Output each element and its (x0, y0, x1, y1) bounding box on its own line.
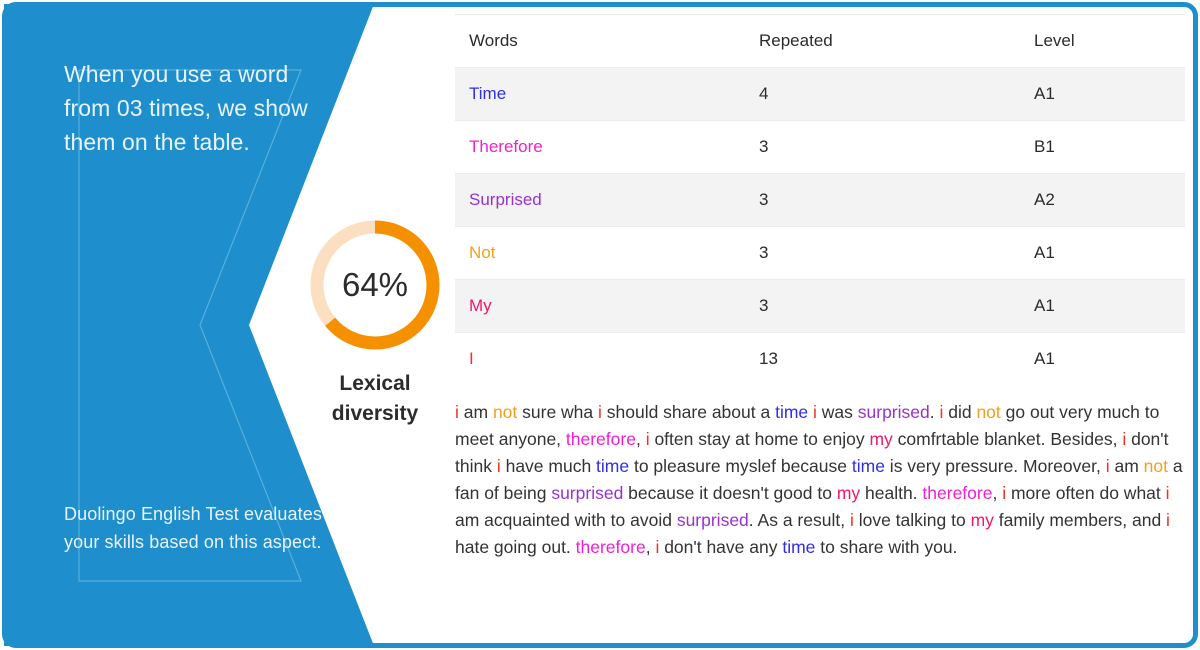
table-row: Time 4 A1 (455, 67, 1185, 121)
essay-paragraph: i am not sure wha i should share about a… (455, 399, 1185, 561)
highlighted-word: my (836, 483, 861, 503)
paragraph-text: , (992, 483, 1003, 503)
paragraph-text: because it doesn't good to (623, 483, 837, 503)
paragraph-text: don't have any (659, 537, 783, 557)
cell-level: A1 (1020, 226, 1185, 280)
paragraph-text: should share about a (601, 402, 776, 422)
paragraph-text: is very pressure. Moreover, (884, 456, 1106, 476)
cell-level: A2 (1020, 173, 1185, 227)
paragraph-text: , (645, 537, 656, 557)
cell-word[interactable]: Surprised (455, 173, 745, 227)
highlighted-word: surprised (857, 402, 930, 422)
cell-repeated: 4 (745, 67, 1020, 121)
highlighted-word: therefore (575, 537, 646, 557)
cell-word[interactable]: Not (455, 226, 745, 280)
paragraph-text: family members, and (993, 510, 1167, 530)
column-header-level: Level (1020, 15, 1185, 68)
highlighted-word: time (851, 456, 885, 476)
cell-repeated: 3 (745, 120, 1020, 174)
cell-repeated: 13 (745, 332, 1020, 385)
donut-chart: 64% (295, 205, 455, 365)
paragraph-text: to pleasure myslef because (629, 456, 852, 476)
table-row: I 13 A1 (455, 332, 1185, 385)
repeated-words-table: Words Repeated Level Time 4 A1 Therefore 3 B1… (455, 15, 1185, 385)
screenshot-canvas: When you use a word from 03 times, we sh… (0, 0, 1200, 650)
cell-repeated: 3 (745, 173, 1020, 227)
paragraph-text: love talking to (853, 510, 971, 530)
paragraph-text: am (458, 402, 493, 422)
table-header: Words Repeated Level (455, 15, 1185, 68)
panel-subtext: Duolingo English Test evaluates your ski… (64, 504, 322, 552)
table-row: Therefore 3 B1 (455, 120, 1185, 174)
cell-word[interactable]: Therefore (455, 120, 745, 174)
paragraph-text: comfrtable blanket. Besides, (892, 429, 1123, 449)
cell-repeated: 3 (745, 226, 1020, 280)
highlighted-word: time (775, 402, 809, 422)
table-body: Time 4 A1 Therefore 3 B1 Surprised 3 A2 Not 3 A1 My 3… (455, 67, 1185, 385)
highlighted-word: time (596, 456, 630, 476)
column-header-repeated: Repeated (745, 15, 1020, 68)
cell-repeated: 3 (745, 279, 1020, 333)
cell-level: A1 (1020, 279, 1185, 333)
cell-level: A1 (1020, 332, 1185, 385)
cell-level: A1 (1020, 67, 1185, 121)
highlighted-word: my (970, 510, 994, 530)
highlighted-word: not (976, 402, 1001, 422)
report-content: Words Repeated Level Time 4 A1 Therefore 3 B1… (455, 14, 1185, 561)
panel-headline-text: When you use a word from 03 times, we sh… (64, 61, 308, 155)
paragraph-text: have much (500, 456, 597, 476)
lexical-diversity-gauge: 64% Lexical diversity (295, 205, 455, 425)
highlighted-word: not (492, 402, 518, 422)
highlighted-word: therefore (922, 483, 993, 503)
highlighted-word: surprised (676, 510, 749, 530)
cell-word[interactable]: I (455, 332, 745, 385)
paragraph-text: more often do what (1006, 483, 1166, 503)
highlighted-word: time (782, 537, 816, 557)
paragraph-text: health. (860, 483, 923, 503)
table-row: My 3 A1 (455, 279, 1185, 333)
table-header-row: Words Repeated Level (455, 15, 1185, 68)
paragraph-text: , (635, 429, 646, 449)
paragraph-text: did (943, 402, 977, 422)
cell-word[interactable]: My (455, 279, 745, 333)
donut-percent-label: 64% (341, 266, 409, 303)
paragraph-text: often stay at home to enjoy (649, 429, 870, 449)
cell-word[interactable]: Time (455, 67, 745, 121)
cell-level: B1 (1020, 120, 1185, 174)
paragraph-text: sure wha (517, 402, 598, 422)
highlighted-word: surprised (551, 483, 624, 503)
highlighted-word: therefore (565, 429, 636, 449)
paragraph-text: . As a result, (748, 510, 850, 530)
donut-title: Lexical diversity (331, 372, 419, 425)
table-row: Not 3 A1 (455, 226, 1185, 280)
paragraph-text: was (816, 402, 858, 422)
highlighted-word: my (869, 429, 893, 449)
highlighted-word: not (1143, 456, 1168, 476)
paragraph-text: am (1109, 456, 1144, 476)
column-header-words: Words (455, 15, 745, 68)
table-row: Surprised 3 A2 (455, 173, 1185, 227)
paragraph-text: to share with you. (815, 537, 958, 557)
